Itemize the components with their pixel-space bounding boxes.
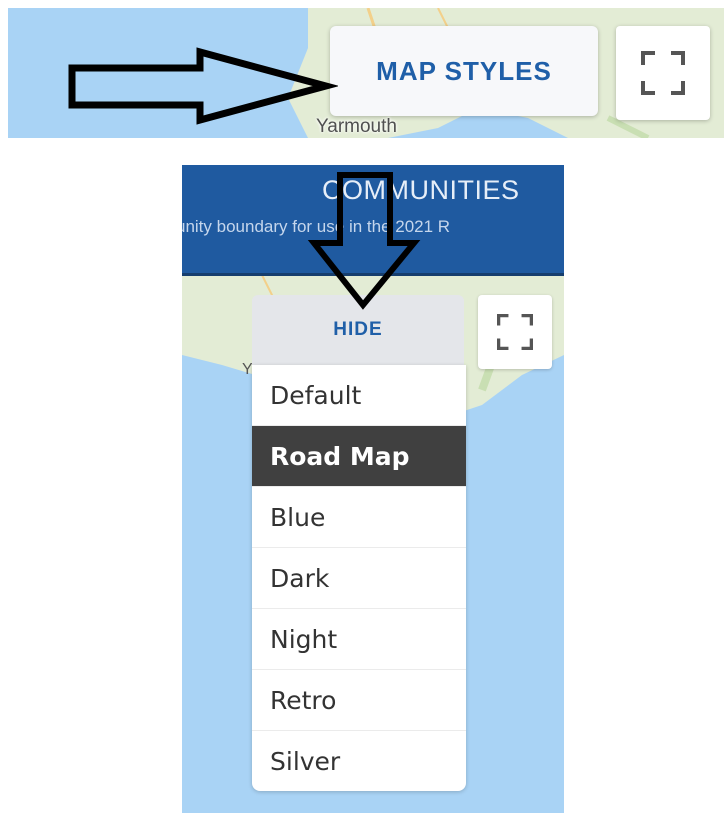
map-style-option-default[interactable]: Default <box>252 365 466 425</box>
fullscreen-button[interactable] <box>616 26 710 120</box>
arrow-right-icon <box>68 47 338 125</box>
map-style-option-dark[interactable]: Dark <box>252 547 466 608</box>
map-styles-menu: Default Road Map Blue Dark Night Retro Silver <box>252 365 466 791</box>
fullscreen-icon <box>497 314 533 350</box>
arrow-down-icon <box>307 172 421 310</box>
top-map-panel: MAP STYLES Yarmouth <box>8 8 724 138</box>
map-style-option-blue[interactable]: Blue <box>252 486 466 547</box>
bottom-map-panel: COMMUNITIES unity boundary for use in th… <box>182 165 564 813</box>
fullscreen-icon <box>641 51 685 95</box>
map-style-option-silver[interactable]: Silver <box>252 730 466 791</box>
map-styles-button[interactable]: MAP STYLES <box>330 26 598 116</box>
map-style-option-road-map[interactable]: Road Map <box>252 425 466 486</box>
map-style-option-retro[interactable]: Retro <box>252 669 466 730</box>
map-style-option-night[interactable]: Night <box>252 608 466 669</box>
